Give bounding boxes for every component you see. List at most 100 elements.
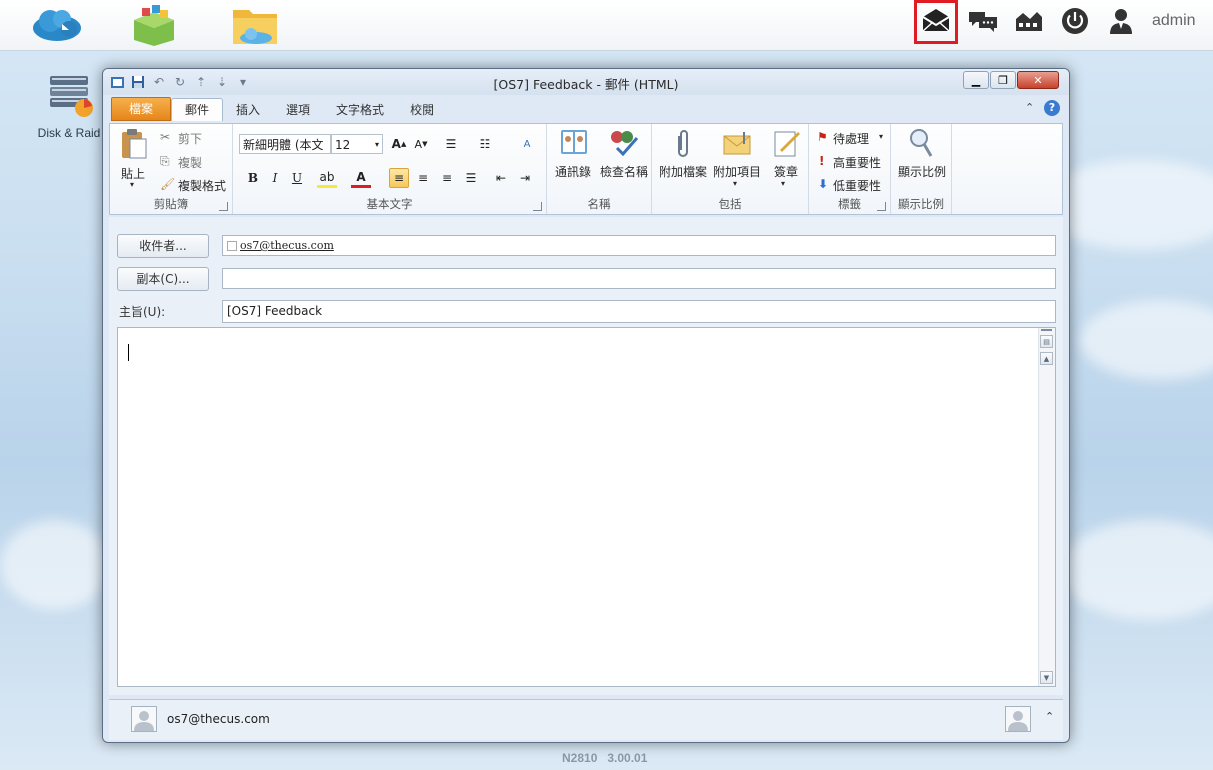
app-center-box-icon[interactable] xyxy=(128,4,180,46)
highlight-color-button[interactable]: ab xyxy=(317,168,337,188)
tags-dialog-launcher[interactable] xyxy=(877,202,886,211)
cloud-app-icon[interactable] xyxy=(30,4,82,46)
message-window: ↶ ↻ ⇡ ⇣ ▾ [OS7] Feedback - 郵件 (HTML) ▁ ❐… xyxy=(102,68,1070,743)
person-silhouette-icon xyxy=(1008,711,1028,731)
italic-button[interactable]: I xyxy=(265,168,285,188)
disk-raid-icon xyxy=(50,76,93,117)
subject-field[interactable]: [OS7] Feedback xyxy=(222,300,1056,323)
minimize-button[interactable]: ▁ xyxy=(963,71,989,89)
vertical-scrollbar[interactable]: ▤ ▲ ▼ xyxy=(1038,328,1055,686)
font-size-value: 12 xyxy=(335,138,351,152)
numbering-button[interactable]: ☷ xyxy=(475,134,495,154)
attach-file-button[interactable]: 附加檔案 xyxy=(656,128,710,188)
text-cursor xyxy=(128,344,129,361)
minimize-ribbon-icon[interactable]: ⌃ xyxy=(1025,101,1034,114)
recipient-checkbox xyxy=(227,240,237,251)
scroll-up-button[interactable]: ▲ xyxy=(1040,352,1053,365)
file-manager-folder-icon[interactable] xyxy=(230,4,282,46)
tab-message[interactable]: 郵件 xyxy=(171,98,224,121)
signature-dropdown-arrow[interactable]: ▾ xyxy=(781,179,785,188)
paste-dropdown-arrow[interactable]: ▾ xyxy=(130,180,134,189)
tab-insert[interactable]: 插入 xyxy=(223,99,273,121)
chevron-down-icon: ▾ xyxy=(374,140,379,149)
shrink-font-button[interactable]: A ▼ xyxy=(411,134,431,154)
background-cloud xyxy=(0,520,110,610)
decrease-indent-button[interactable]: ⇤ xyxy=(491,168,511,188)
follow-up-button[interactable]: ⚑ 待處理 ▾ xyxy=(817,130,889,148)
to-recipient[interactable]: os7@thecus.com xyxy=(240,239,334,252)
message-body[interactable]: ▤ ▲ ▼ xyxy=(117,327,1056,687)
desktop-icon-disk-raid[interactable]: Disk & Raid xyxy=(36,72,102,140)
address-book-button[interactable]: 通訊錄 xyxy=(551,128,597,188)
attach-item-dropdown-arrow[interactable]: ▾ xyxy=(733,179,737,188)
signature-pen-icon xyxy=(774,131,800,157)
check-names-icon xyxy=(611,131,639,156)
check-names-button[interactable]: 檢查名稱 xyxy=(597,128,649,188)
bullets-button[interactable]: ☰ xyxy=(441,134,461,154)
attach-item-button[interactable]: 附加項目 ▾ xyxy=(710,128,764,192)
group-label-clipboard: 剪貼簿 xyxy=(153,197,189,211)
group-include: 附加檔案 附加項目 ▾ 簽章 ▾ 包括 xyxy=(652,124,809,214)
low-importance-button[interactable]: ⬇ 低重要性 xyxy=(817,177,889,195)
paste-button[interactable]: 貼上 ▾ xyxy=(116,128,152,192)
group-label-zoom: 顯示比例 xyxy=(898,197,944,211)
font-size-dropdown[interactable]: 12 ▾ xyxy=(331,134,383,154)
group-zoom: 顯示比例 顯示比例 xyxy=(891,124,952,214)
ruler-toggle-icon[interactable] xyxy=(1041,329,1052,331)
align-left-button[interactable]: ≡ xyxy=(389,168,409,188)
expand-people-pane-icon[interactable]: ⌃ xyxy=(1045,710,1054,723)
align-right-button[interactable]: ≡ xyxy=(437,168,457,188)
signature-button[interactable]: 簽章 ▾ xyxy=(766,128,806,192)
window-title: [OS7] Feedback - 郵件 (HTML) xyxy=(493,77,679,92)
magnifier-icon xyxy=(910,129,933,157)
group-clipboard: 貼上 ▾ ✂ 剪下 ⎘ 複製 🖌 複製格式 剪貼簿 xyxy=(110,124,233,214)
underline-button[interactable]: U xyxy=(287,168,307,188)
clipboard-dialog-launcher[interactable] xyxy=(219,202,228,211)
to-field[interactable]: os7@thecus.com xyxy=(222,235,1056,256)
power-icon[interactable] xyxy=(1058,6,1092,36)
font-name-value: 新細明體 (本文 xyxy=(243,138,324,152)
maximize-button[interactable]: ❐ xyxy=(990,71,1016,89)
group-basic-text: 新細明體 (本文 12 ▾ A ▲ A ▼ ☰ ☷ A B I U ab A ≡ ≡ … xyxy=(233,124,547,214)
tab-review[interactable]: 校閱 xyxy=(397,99,447,121)
background-cloud xyxy=(1080,300,1213,380)
user-profile-icon[interactable] xyxy=(1104,6,1138,36)
align-center-button[interactable]: ≡ xyxy=(413,168,433,188)
address-book-icon xyxy=(561,130,587,154)
feedback-mail-button[interactable] xyxy=(914,0,958,44)
cc-button[interactable]: 副本(C)... xyxy=(117,267,209,291)
format-painter-label: 複製格式 xyxy=(178,179,227,193)
tab-file[interactable]: 檔案 xyxy=(111,97,171,121)
network-map-icon[interactable] xyxy=(1012,6,1046,36)
sender-email[interactable]: os7@thecus.com xyxy=(167,712,270,726)
copy-label: 複製 xyxy=(178,156,203,170)
font-color-button[interactable]: A xyxy=(351,168,371,188)
help-icon[interactable]: ? xyxy=(1044,100,1060,116)
view-ruler-icon[interactable]: ▤ xyxy=(1040,335,1053,348)
font-name-dropdown[interactable]: 新細明體 (本文 xyxy=(239,134,331,154)
chat-bubbles-icon[interactable] xyxy=(966,6,1000,36)
tab-format-text[interactable]: 文字格式 xyxy=(323,99,397,121)
styles-icon[interactable]: A xyxy=(517,134,537,154)
group-label-include: 包括 xyxy=(718,197,742,211)
to-button[interactable]: 收件者... xyxy=(117,234,209,258)
attach-item-label: 附加項目 xyxy=(713,165,762,179)
username-label[interactable]: admin xyxy=(1152,12,1196,30)
paste-clipboard-icon xyxy=(122,129,147,159)
top-bar: admin xyxy=(0,0,1213,51)
signature-label: 簽章 xyxy=(774,165,799,179)
close-button[interactable]: ✕ xyxy=(1017,71,1059,89)
paperclip-icon xyxy=(678,130,688,157)
increase-indent-button[interactable]: ⇥ xyxy=(515,168,535,188)
scroll-down-button[interactable]: ▼ xyxy=(1040,671,1053,684)
basic-text-dialog-launcher[interactable] xyxy=(533,202,542,211)
high-importance-button[interactable]: ! 高重要性 xyxy=(817,154,889,172)
justify-button[interactable]: ☰ xyxy=(461,168,481,188)
bold-button[interactable]: B xyxy=(243,168,263,188)
zoom-button[interactable]: 顯示比例 xyxy=(895,128,949,188)
grow-font-button[interactable]: A ▲ xyxy=(389,134,409,154)
cc-field[interactable] xyxy=(222,268,1056,289)
tab-options[interactable]: 選項 xyxy=(273,99,323,121)
title-bar: ↶ ↻ ⇡ ⇣ ▾ [OS7] Feedback - 郵件 (HTML) ▁ ❐… xyxy=(103,69,1069,95)
high-importance-label: 高重要性 xyxy=(833,156,882,170)
